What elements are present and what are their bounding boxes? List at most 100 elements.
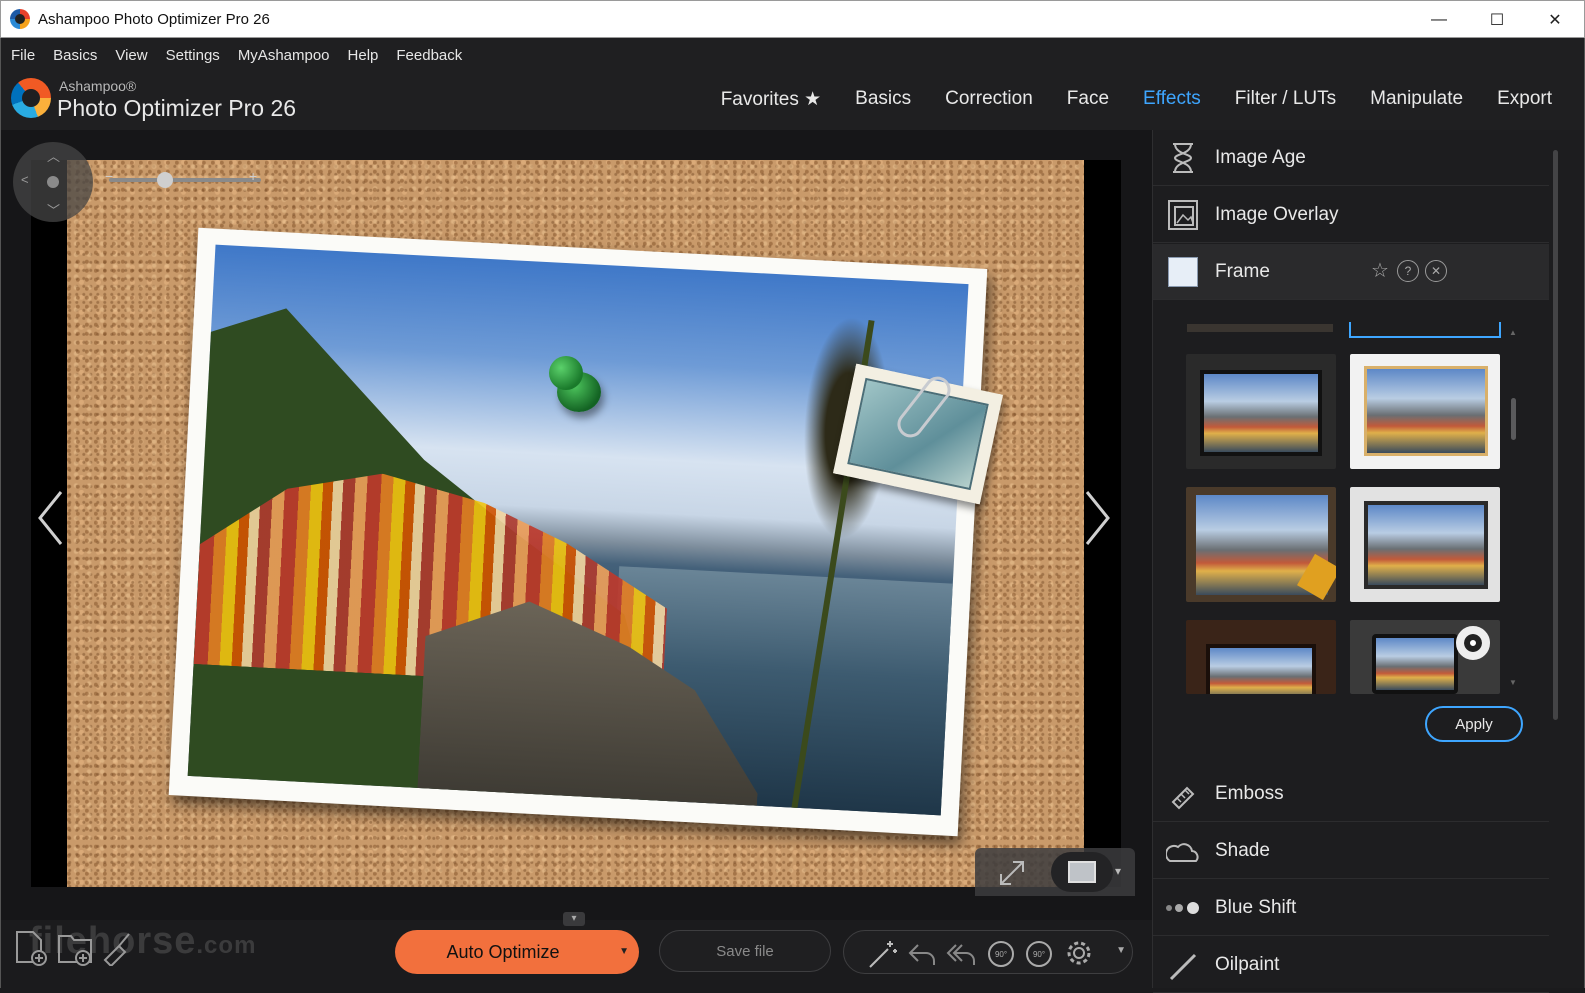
frame-thumb-wood[interactable] bbox=[1350, 354, 1500, 469]
tab-export[interactable]: Export bbox=[1497, 88, 1552, 111]
app-icon bbox=[10, 9, 30, 29]
maximize-button[interactable]: ☐ bbox=[1468, 1, 1526, 39]
thumbs-scroll-down-icon[interactable]: ▼ bbox=[1509, 678, 1517, 687]
rotate-right-icon[interactable]: 90° bbox=[1022, 937, 1056, 969]
coffee-cup-decoration bbox=[1456, 626, 1490, 660]
effect-blue-shift[interactable]: Blue Shift bbox=[1153, 880, 1549, 936]
view-compare-button[interactable] bbox=[1051, 852, 1113, 892]
pan-navigator[interactable]: ︿ ﹀ < bbox=[13, 142, 93, 222]
bottom-toolbar: filehorse.com ▾ Auto Optimize ▼ Save fil… bbox=[0, 912, 1152, 988]
next-image-icon[interactable] bbox=[1085, 490, 1111, 546]
pan-up-icon[interactable]: ︿ bbox=[47, 146, 60, 165]
frame-thumb-dark-stone[interactable] bbox=[1186, 354, 1336, 469]
tab-effects[interactable]: Effects bbox=[1143, 88, 1201, 111]
auto-optimize-label: Auto Optimize bbox=[446, 941, 560, 962]
panel-scrollbar[interactable] bbox=[1553, 150, 1558, 720]
title-bar: Ashampoo Photo Optimizer Pro 26 — ☐ ✕ bbox=[0, 0, 1585, 38]
frame-thumb-autumn[interactable] bbox=[1186, 487, 1336, 602]
close-button[interactable]: ✕ bbox=[1526, 1, 1584, 39]
hourglass-icon bbox=[1165, 140, 1201, 176]
tab-manipulate[interactable]: Manipulate bbox=[1370, 88, 1463, 111]
pan-center-icon[interactable] bbox=[47, 176, 59, 188]
tab-face[interactable]: Face bbox=[1067, 88, 1109, 111]
frame-thumb-tablet[interactable] bbox=[1350, 620, 1500, 694]
zoom-slider-handle[interactable] bbox=[157, 172, 173, 188]
effect-label: Shade bbox=[1215, 839, 1270, 861]
thumb-image bbox=[1206, 644, 1316, 694]
frame-thumb-black-border[interactable] bbox=[1350, 487, 1500, 602]
thumb-image bbox=[1364, 366, 1488, 456]
brush-icon[interactable] bbox=[99, 928, 135, 966]
view-single-icon bbox=[1068, 861, 1096, 883]
brand-company: Ashampoo® bbox=[59, 78, 137, 94]
expand-panel-icon[interactable]: ▾ bbox=[563, 912, 585, 926]
tools-dropdown-icon[interactable]: ▼ bbox=[1116, 945, 1126, 956]
frame-thumb-vintage[interactable] bbox=[1186, 620, 1336, 694]
image-canvas[interactable]: ︿ ﹀ < − + ▾ bbox=[0, 130, 1152, 920]
undo-icon[interactable] bbox=[906, 937, 940, 969]
thumbs-scrollbar[interactable] bbox=[1511, 398, 1516, 440]
expand-icon[interactable] bbox=[997, 858, 1027, 888]
main-nav: Favorites ★ Basics Correction Face Effec… bbox=[687, 88, 1552, 111]
menu-view[interactable]: View bbox=[115, 47, 147, 64]
rotate-left-icon[interactable]: 90° bbox=[984, 937, 1018, 969]
landscape-photo bbox=[187, 244, 969, 816]
pushpin-head bbox=[549, 356, 583, 390]
help-icon[interactable]: ? bbox=[1397, 260, 1419, 282]
effect-frame[interactable]: Frame ☆ ? ✕ bbox=[1153, 244, 1549, 300]
previous-image-icon[interactable] bbox=[37, 490, 63, 546]
photo-print bbox=[168, 227, 988, 837]
svg-text:90°: 90° bbox=[995, 950, 1007, 959]
tab-basics[interactable]: Basics bbox=[855, 88, 911, 111]
pan-left-icon[interactable]: < bbox=[21, 172, 29, 187]
frame-swatch bbox=[1168, 256, 1198, 287]
menu-file[interactable]: File bbox=[11, 47, 35, 64]
effect-label: Emboss bbox=[1215, 782, 1284, 804]
brand-product: Photo Optimizer Pro 26 bbox=[57, 95, 297, 121]
tab-filter-luts[interactable]: Filter / LUTs bbox=[1235, 88, 1336, 111]
view-mode-bar: ▾ bbox=[975, 848, 1135, 896]
favorite-star-icon[interactable]: ☆ bbox=[1369, 260, 1391, 282]
frame-icon bbox=[1165, 254, 1201, 290]
gear-icon[interactable] bbox=[1062, 937, 1096, 969]
effect-label: Blue Shift bbox=[1215, 896, 1297, 918]
thumbnail-partial bbox=[1187, 324, 1333, 332]
magic-wand-icon[interactable] bbox=[866, 937, 900, 969]
effect-label: Frame bbox=[1215, 260, 1270, 282]
effect-image-overlay[interactable]: Image Overlay bbox=[1153, 187, 1549, 243]
tab-favorites[interactable]: Favorites ★ bbox=[721, 88, 821, 111]
effect-shade[interactable]: Shade bbox=[1153, 823, 1549, 879]
menu-basics[interactable]: Basics bbox=[53, 47, 97, 64]
edit-tools-group: 90° 90° ▼ bbox=[843, 930, 1133, 974]
thumb-image bbox=[1364, 501, 1488, 589]
auto-optimize-button[interactable]: Auto Optimize ▼ bbox=[395, 930, 639, 974]
add-file-icon[interactable] bbox=[13, 928, 49, 966]
effect-label: Oilpaint bbox=[1215, 953, 1280, 975]
view-dropdown-icon[interactable]: ▾ bbox=[1115, 864, 1121, 878]
effect-label: Image Overlay bbox=[1215, 203, 1339, 225]
effect-image-age[interactable]: Image Age bbox=[1153, 130, 1549, 186]
effect-oilpaint[interactable]: Oilpaint bbox=[1153, 937, 1549, 993]
minimize-button[interactable]: — bbox=[1410, 1, 1468, 39]
apply-button[interactable]: Apply bbox=[1425, 706, 1523, 742]
menu-feedback[interactable]: Feedback bbox=[396, 47, 462, 64]
thumb-image bbox=[1372, 634, 1458, 694]
undo-all-icon[interactable] bbox=[944, 937, 978, 969]
add-folder-icon[interactable] bbox=[57, 928, 93, 966]
menu-settings[interactable]: Settings bbox=[166, 47, 220, 64]
thumb-image bbox=[1200, 370, 1322, 456]
zoom-slider[interactable] bbox=[109, 178, 261, 182]
save-file-button[interactable]: Save file bbox=[659, 930, 831, 972]
pan-down-icon[interactable]: ﹀ bbox=[47, 200, 60, 219]
reset-icon[interactable]: ✕ bbox=[1425, 260, 1447, 282]
menu-myashampoo[interactable]: MyAshampoo bbox=[238, 47, 330, 64]
thumbs-scroll-up-icon[interactable]: ▲ bbox=[1509, 328, 1517, 337]
effect-emboss[interactable]: Emboss bbox=[1153, 766, 1549, 822]
thumbnail-selected-edge bbox=[1349, 322, 1501, 338]
emboss-icon bbox=[1165, 776, 1201, 812]
zoom-in-icon[interactable]: + bbox=[249, 168, 257, 184]
tab-correction[interactable]: Correction bbox=[945, 88, 1033, 111]
auto-optimize-dropdown-icon[interactable]: ▼ bbox=[619, 946, 629, 957]
menu-help[interactable]: Help bbox=[348, 47, 379, 64]
window-title: Ashampoo Photo Optimizer Pro 26 bbox=[38, 10, 270, 28]
